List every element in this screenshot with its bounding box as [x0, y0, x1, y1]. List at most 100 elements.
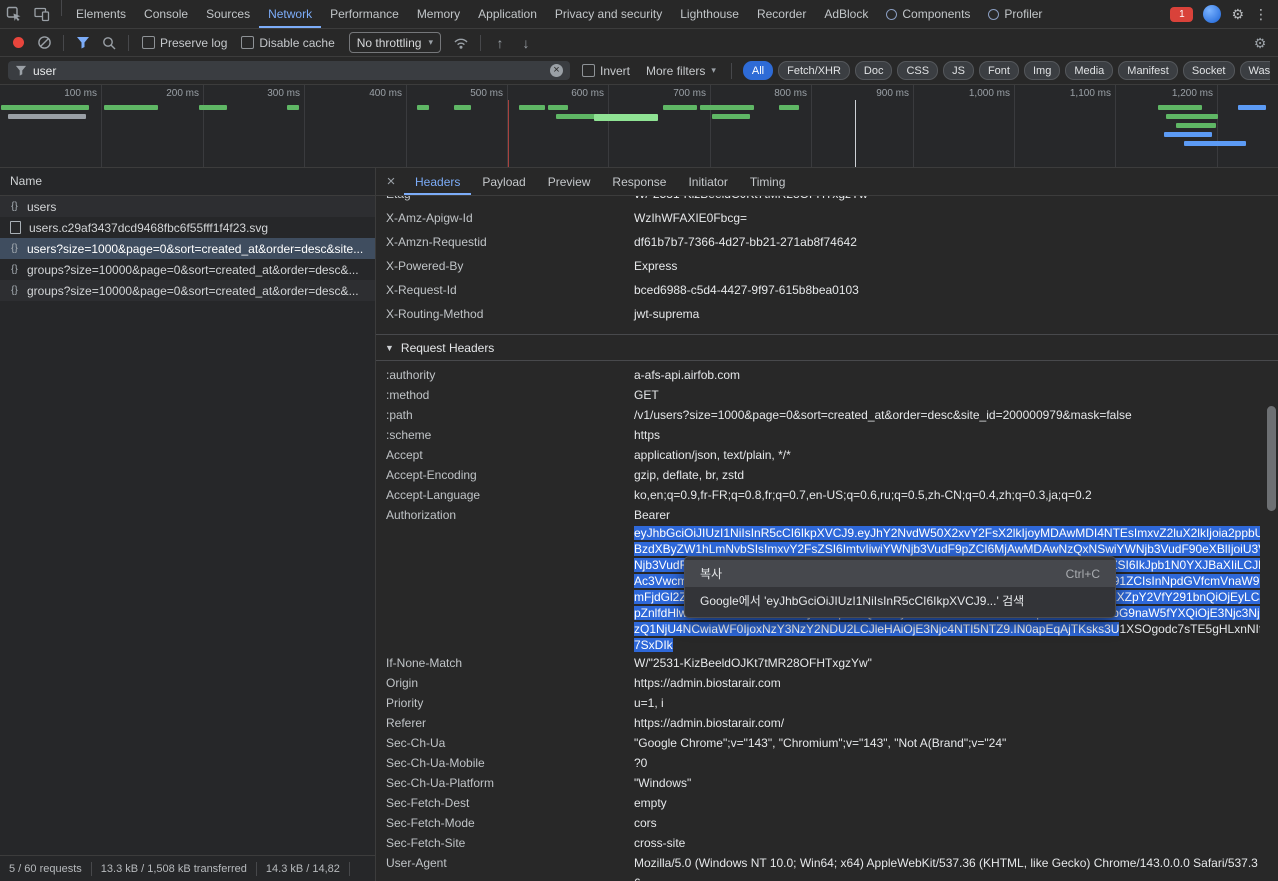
tab-profiler[interactable]: Profiler — [979, 0, 1051, 28]
timeline-gridline — [913, 85, 914, 167]
settings-gear-icon[interactable]: ⚙ — [1231, 7, 1244, 21]
tab-privacy-and-security[interactable]: Privacy and security — [546, 0, 671, 28]
header-name: Etag — [386, 196, 634, 206]
fetch-icon: {} — [8, 264, 21, 275]
request-row[interactable]: {}groups?size=10000&page=0&sort=created_… — [0, 280, 375, 301]
inspect-element-icon[interactable] — [0, 0, 28, 28]
context-menu-search-google[interactable]: Google에서 'eyJhbGciOiJIUzI1NiIsInR5cCI6Ik… — [685, 587, 1115, 614]
atom-icon — [886, 9, 897, 20]
filter-chip-img[interactable]: Img — [1024, 61, 1060, 80]
header-value: "Windows" — [634, 773, 1260, 793]
detail-tab-headers[interactable]: Headers — [404, 168, 471, 195]
overview-bar — [8, 114, 86, 119]
detail-tab-preview[interactable]: Preview — [537, 168, 602, 195]
search-icon[interactable] — [97, 31, 121, 55]
more-options-kebab-icon[interactable]: ⋮ — [1254, 7, 1268, 21]
clear-filter-icon[interactable]: × — [550, 64, 563, 77]
tab-recorder[interactable]: Recorder — [748, 0, 815, 28]
request-row[interactable]: users.c29af3437dcd9468fbc6f55fff1f4f23.s… — [0, 217, 375, 238]
auth-token-line: eyJhbGciOiJIUzI1NiIsInR5cCI6IkpXVCJ9.eyJ… — [634, 525, 1260, 541]
tab-components[interactable]: Components — [877, 0, 979, 28]
tab-console[interactable]: Console — [135, 0, 197, 28]
tab-label: Elements — [76, 7, 126, 21]
network-settings-gear-icon[interactable]: ⚙ — [1248, 31, 1272, 55]
auth-token-line: BzdXByZW1hLmNvbSIsImxvY2FsZSI6ImtvIiwiYW… — [634, 541, 1260, 557]
more-filters-button[interactable]: More filters ▾ — [642, 64, 720, 78]
import-har-icon[interactable]: ↑ — [488, 31, 512, 55]
filter-chip-fetch-xhr[interactable]: Fetch/XHR — [778, 61, 850, 80]
filter-chip-wasm[interactable]: Wasm — [1240, 61, 1271, 80]
network-conditions-icon[interactable] — [449, 31, 473, 55]
header-value: /v1/users?size=1000&page=0&sort=created_… — [634, 405, 1260, 425]
fetch-icon: {} — [8, 243, 21, 254]
tab-network[interactable]: Network — [259, 0, 321, 28]
overview-bar — [104, 105, 158, 110]
name-column-header[interactable]: Name — [0, 168, 375, 196]
request-list-panel: Name {}users users.c29af3437dcd9468fbc6f5… — [0, 168, 376, 881]
filter-chip-js[interactable]: JS — [943, 61, 974, 80]
request-detail-panel: × HeadersPayloadPreviewResponseInitiator… — [376, 168, 1278, 881]
detail-tab-initiator[interactable]: Initiator — [677, 168, 738, 195]
filter-chip-all[interactable]: All — [743, 61, 773, 80]
overview-bar — [594, 114, 658, 121]
header-name: Sec-Fetch-Mode — [386, 813, 634, 833]
tab-label: Sources — [206, 7, 250, 21]
filter-chip-css[interactable]: CSS — [897, 61, 938, 80]
filter-funnel-icon[interactable] — [71, 31, 95, 55]
devtools-tabbar: Elements Console Sources NetworkPerformance… — [0, 0, 1278, 29]
overview-bar — [417, 105, 429, 110]
header-value: ko,en;q=0.9,fr-FR;q=0.8,fr;q=0.7,en-US;q… — [634, 485, 1260, 505]
tab-memory[interactable]: Memory — [408, 0, 469, 28]
header-value: cors — [634, 813, 1260, 833]
throttling-select[interactable]: No throttling ▾ — [349, 32, 441, 53]
header-row: :authoritya-afs-api.airfob.com — [376, 365, 1278, 385]
tab-label: Console — [144, 7, 188, 21]
vertical-scrollbar[interactable] — [1267, 406, 1276, 511]
request-name: users.c29af3437dcd9468fbc6f55fff1f4f23.s… — [29, 221, 268, 235]
header-row: EtagW/"2531-KizBeeldOJKt7tMR28OFHTxgzYw" — [376, 196, 1278, 206]
detail-tab-response[interactable]: Response — [601, 168, 677, 195]
selected-token-text: eyJhbGciOiJIUzI1NiIsInR5cCI6IkpXVCJ9.eyJ… — [634, 526, 1260, 540]
profile-avatar[interactable] — [1203, 5, 1221, 23]
detail-tab-payload[interactable]: Payload — [471, 168, 536, 195]
preserve-log-checkbox[interactable]: Preserve log — [136, 36, 233, 50]
tab-sources[interactable]: Sources — [197, 0, 259, 28]
tab-performance[interactable]: Performance — [321, 0, 408, 28]
header-value: WzIhWFAXIE0Fbcg= — [634, 206, 1260, 230]
error-count-badge[interactable]: 1 — [1170, 7, 1193, 22]
atom-icon — [988, 9, 999, 20]
request-row[interactable]: {} users?size=1000&page=0&sort=created_at… — [0, 238, 375, 259]
request-name: users?size=1000&page=0&sort=created_at&o… — [27, 242, 363, 256]
header-row: Sec-Fetch-Modecors — [376, 813, 1278, 833]
header-value: gzip, deflate, br, zstd — [634, 465, 1260, 485]
header-value: cross-site — [634, 833, 1260, 853]
filter-chip-manifest[interactable]: Manifest — [1118, 61, 1178, 80]
request-row[interactable]: {}users — [0, 196, 375, 217]
header-value: empty — [634, 793, 1260, 813]
filter-chip-socket[interactable]: Socket — [1183, 61, 1235, 80]
overview-bar — [1238, 105, 1266, 110]
filter-chip-doc[interactable]: Doc — [855, 61, 893, 80]
tab-label: Recorder — [757, 7, 806, 21]
context-menu-copy[interactable]: 복사 Ctrl+C — [685, 560, 1115, 587]
export-har-icon[interactable]: ↓ — [514, 31, 538, 55]
tab-adblock[interactable]: AdBlock — [815, 0, 877, 28]
filter-chip-media[interactable]: Media — [1065, 61, 1113, 80]
device-toolbar-icon[interactable] — [28, 0, 56, 28]
clear-button[interactable] — [32, 31, 56, 55]
request-headers-section[interactable]: ▼Request Headers — [376, 334, 1278, 361]
request-row[interactable]: {}groups?size=10000&page=0&sort=created_… — [0, 259, 375, 280]
tab-elements[interactable]: Elements — [67, 0, 135, 28]
tab-lighthouse[interactable]: Lighthouse — [671, 0, 748, 28]
network-overview-timeline[interactable]: 100 ms200 ms300 ms400 ms500 ms600 ms700 … — [0, 85, 1278, 168]
filter-chip-font[interactable]: Font — [979, 61, 1019, 80]
header-row: :path/v1/users?size=1000&page=0&sort=cre… — [376, 405, 1278, 425]
filter-input[interactable]: user × — [8, 61, 570, 80]
header-name: Accept-Encoding — [386, 465, 634, 485]
tab-application[interactable]: Application — [469, 0, 546, 28]
record-button[interactable] — [6, 31, 30, 55]
invert-checkbox[interactable]: Invert — [576, 64, 636, 78]
close-detail-icon[interactable]: × — [378, 168, 404, 195]
disable-cache-checkbox[interactable]: Disable cache — [235, 36, 340, 50]
detail-tab-timing[interactable]: Timing — [739, 168, 797, 195]
